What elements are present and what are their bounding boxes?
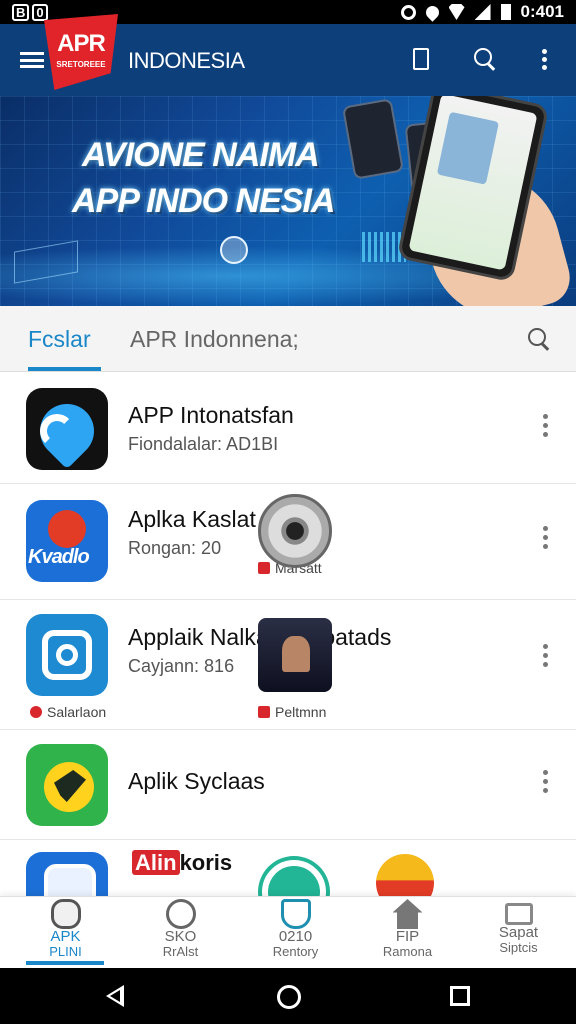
home-button-icon[interactable] <box>277 985 301 1009</box>
app-name: APP Intonatsfan <box>128 402 294 428</box>
nav-label: Sapat <box>498 924 539 941</box>
nav-sapat[interactable]: Sapat Siptcis <box>461 897 576 969</box>
banner-headline-2: APP INDO NESIA <box>72 182 335 220</box>
app-subtitle: Rongan: 20 <box>128 538 222 558</box>
list-item-partial[interactable]: Alin koris <box>0 840 576 924</box>
status-time: 0:401 <box>520 2 564 21</box>
tab-apr-indonesia[interactable]: APR Indonnena; <box>130 326 299 353</box>
nav-sublabel: RrAlst <box>162 944 199 959</box>
app-icon-b[interactable] <box>26 614 108 696</box>
system-nav-bar <box>0 968 576 1024</box>
tab-featured[interactable]: Fcslar <box>28 326 91 353</box>
nav-sublabel: Siptcis <box>499 940 538 955</box>
app-icon-drop[interactable] <box>26 388 108 470</box>
more-icon[interactable] <box>538 770 552 793</box>
app-subtitle: Fiondalalar: AD1BI <box>128 434 279 454</box>
logo-subtext: SRETOREEE <box>56 60 106 69</box>
apk-icon <box>50 899 81 929</box>
status-icon-0: 0 <box>32 3 48 21</box>
hamburger-icon[interactable] <box>20 52 44 68</box>
nav-sublabel: Rentory <box>272 944 319 959</box>
app-name: Aplik Syclaas <box>128 768 265 794</box>
search-icon[interactable] <box>472 46 498 72</box>
app-icon-bird[interactable] <box>26 744 108 826</box>
battery-icon <box>500 4 511 20</box>
nav-0210[interactable]: 0210 Rentory <box>238 897 353 969</box>
nav-apk[interactable]: APK PLINI <box>8 897 123 969</box>
nav-sko[interactable]: SKO RrAlst <box>123 897 238 969</box>
tab-bar: Fcslar APR Indonnena; <box>0 306 576 372</box>
box-icon <box>504 903 533 925</box>
flag-icon <box>258 706 270 718</box>
banner-circle-icon <box>220 236 248 264</box>
logo-text: APR <box>57 30 106 57</box>
more-icon[interactable] <box>538 526 552 549</box>
app-name-partial: Alin koris <box>132 850 256 880</box>
app-title: INDONESIA <box>128 48 245 73</box>
document-icon[interactable] <box>408 46 434 72</box>
nav-label: 0210 <box>278 928 313 945</box>
nav-sublabel: Ramona <box>382 944 433 959</box>
wifi-icon <box>448 4 465 20</box>
status-left-icons: B 0 <box>12 3 48 21</box>
alarm-icon <box>400 4 416 20</box>
status-right: 0:401 <box>400 2 564 22</box>
more-icon[interactable] <box>538 414 552 437</box>
badge-label: Peltmnn <box>275 704 327 720</box>
bottom-nav: APK PLINI SKO RrAlst 0210 Rentory FIP Ra… <box>0 896 576 968</box>
more-icon[interactable] <box>538 644 552 667</box>
drop-icon <box>422 2 442 22</box>
more-icon[interactable] <box>536 46 552 72</box>
nav-sublabel: PLINI <box>49 944 82 959</box>
app-subtitle: Cayjann: 816 <box>128 656 235 676</box>
gear-icon <box>165 899 196 929</box>
nav-label: SKO <box>164 928 197 945</box>
camera-thumbnail[interactable] <box>258 494 332 568</box>
photo-thumbnail[interactable] <box>258 618 332 692</box>
app-badge-left: Salarlaon <box>30 704 106 720</box>
tab-indicator <box>28 367 101 371</box>
shield-icon <box>280 899 311 929</box>
recents-icon[interactable] <box>450 986 470 1006</box>
dot-icon <box>30 706 42 718</box>
list-item[interactable]: APP Intonatsfan Fiondalalar: AD1BI <box>0 372 576 484</box>
nav-fip[interactable]: FIP Ramona <box>350 897 465 969</box>
badge-label: Salarlaon <box>47 704 107 720</box>
home-icon <box>392 899 423 929</box>
nav-label: APK <box>50 928 81 945</box>
banner-headline-1: AVIONE NAIMA <box>82 136 320 174</box>
nav-active-indicator <box>26 961 104 965</box>
promo-banner[interactable]: AVIONE NAIMA APP INDO NESIA <box>0 96 576 306</box>
signal-icon <box>474 4 491 20</box>
app-icon-kvadlo[interactable]: Kvadlo <box>26 500 108 582</box>
app-name: Aplka Kaslat <box>128 506 256 532</box>
status-icon-b: B <box>12 3 30 21</box>
flag-icon <box>258 562 270 574</box>
list-item[interactable]: Aplik Syclaas <box>0 730 576 840</box>
back-icon[interactable] <box>106 985 124 1007</box>
nav-label: FIP <box>395 928 420 945</box>
app-badge: Peltmnn <box>258 704 326 720</box>
